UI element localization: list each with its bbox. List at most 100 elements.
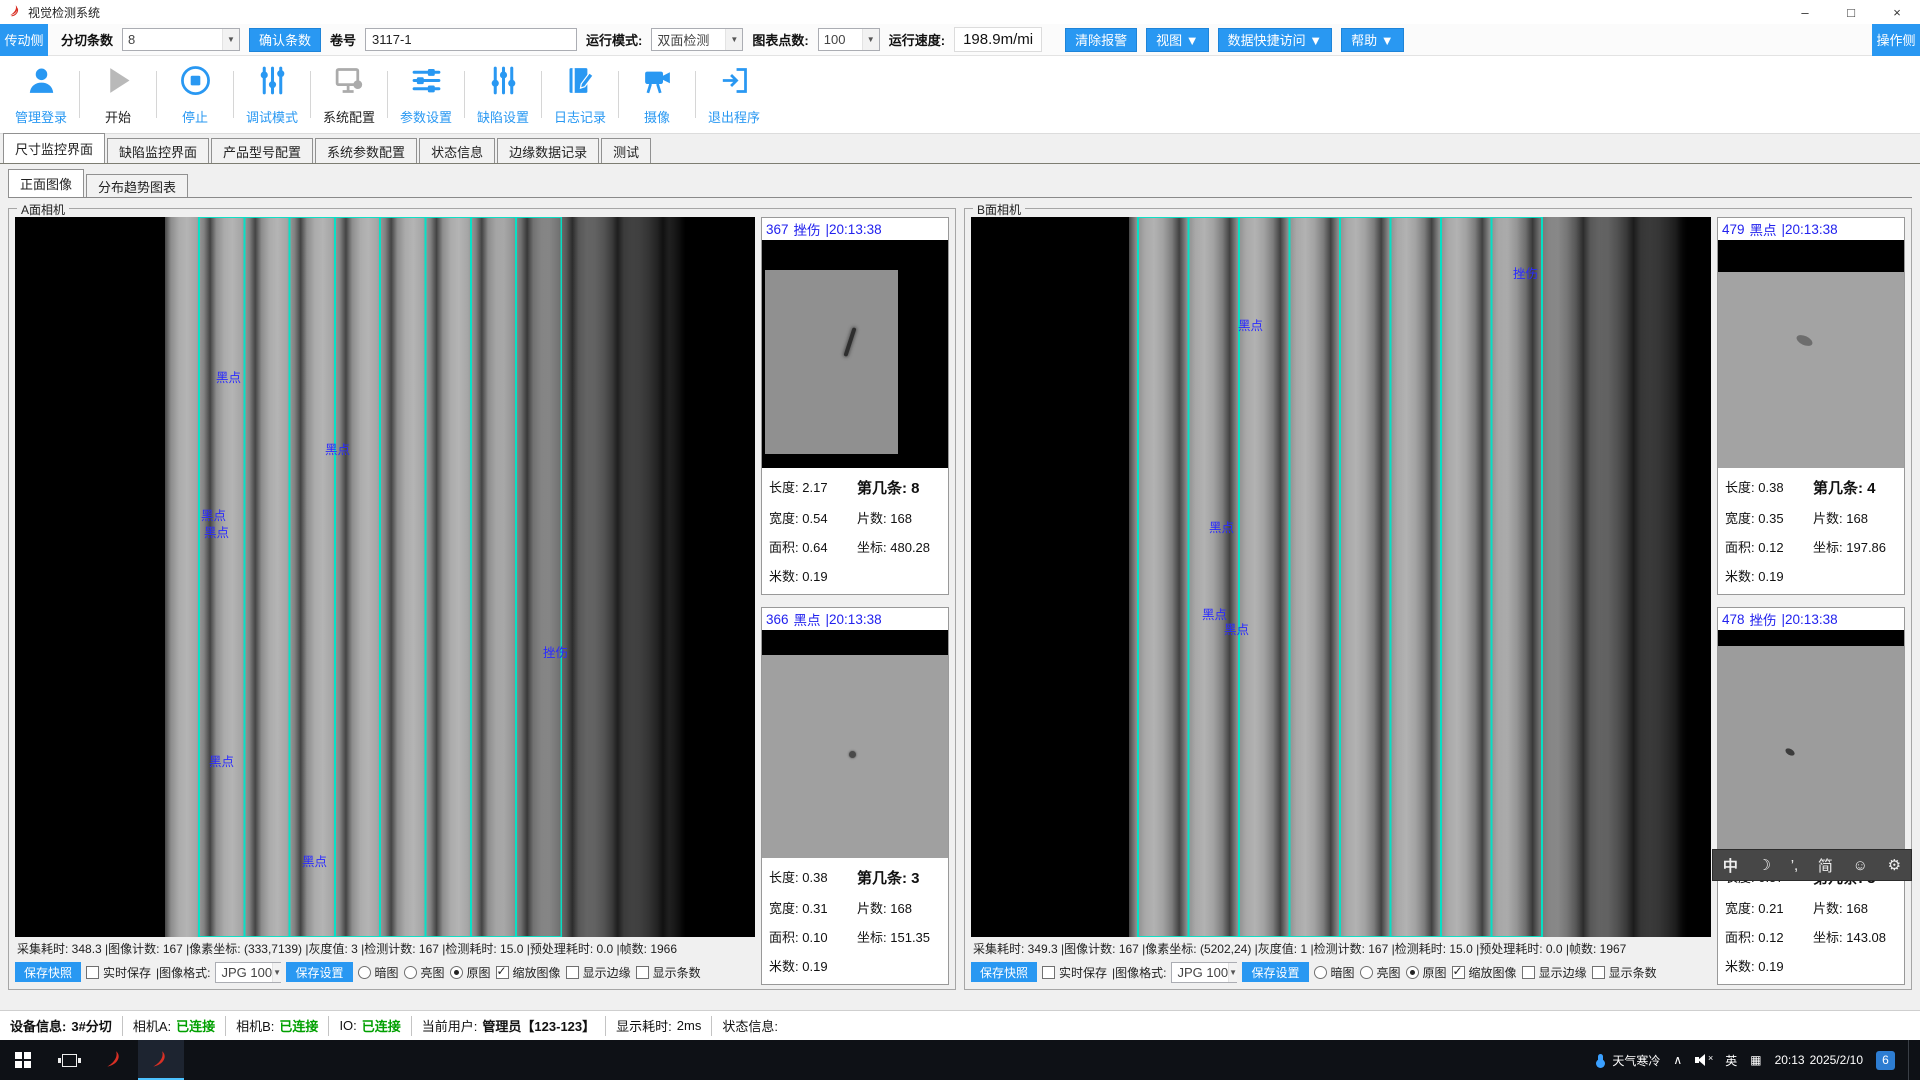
dark-image-radio[interactable]: 暗图 bbox=[358, 964, 399, 981]
defect-type: 挫伤 bbox=[1750, 609, 1777, 629]
taskbar-app-icon-active[interactable] bbox=[138, 1040, 184, 1080]
roll-number-input[interactable]: 3117-1 bbox=[365, 28, 577, 51]
minimize-button[interactable]: – bbox=[1782, 0, 1828, 24]
chart-points-value: 100 bbox=[824, 32, 846, 47]
defect-card[interactable]: 479 黑点 |20:13:38 长度: 0.38 第几条: 4 宽度: 0.3… bbox=[1717, 217, 1905, 595]
show-strip-count-checkbox[interactable]: 显示条数 bbox=[1592, 964, 1657, 981]
simplified-chinese-icon[interactable]: 简 bbox=[1818, 855, 1833, 876]
zoom-image-checkbox[interactable]: 缩放图像 bbox=[496, 964, 561, 981]
fullwidth-moon-icon[interactable]: ☽ bbox=[1758, 856, 1771, 874]
icon-toolbar: 管理登录 开始 停止 调试模式 系统配置 参数设置 缺陷设置 日志记录 摄像 bbox=[0, 56, 1920, 134]
save-settings-button[interactable]: 保存设置 bbox=[286, 962, 352, 982]
bright-image-radio[interactable]: 亮图 bbox=[1360, 964, 1401, 981]
roll-number-label: 卷号 bbox=[330, 30, 356, 49]
hidden-icons-button[interactable]: ∧ bbox=[1673, 1053, 1682, 1067]
bright-image-radio[interactable]: 亮图 bbox=[404, 964, 445, 981]
admin-login-button[interactable]: 管理登录 bbox=[8, 56, 74, 133]
save-settings-button[interactable]: 保存设置 bbox=[1242, 962, 1308, 982]
tab-status-info[interactable]: 状态信息 bbox=[419, 138, 495, 163]
task-view-button[interactable] bbox=[46, 1040, 92, 1080]
show-edges-checkbox[interactable]: 显示边缘 bbox=[566, 964, 631, 981]
start-button[interactable] bbox=[0, 1040, 46, 1080]
zoom-image-checkbox[interactable]: 缩放图像 bbox=[1452, 964, 1517, 981]
weather-tray-item[interactable]: 天气寒冷 bbox=[1598, 1052, 1660, 1069]
maximize-button[interactable]: □ bbox=[1828, 0, 1874, 24]
run-speed-label: 运行速度: bbox=[889, 30, 945, 49]
defect-card[interactable]: 366 黑点 |20:13:38 长度: 0.38 第几条: 3 宽度: 0.3… bbox=[761, 607, 949, 985]
camera-capture-button[interactable]: 摄像 bbox=[624, 56, 690, 133]
taskbar-app-icon[interactable] bbox=[92, 1040, 138, 1080]
log-record-button[interactable]: 日志记录 bbox=[547, 56, 613, 133]
parameter-settings-button[interactable]: 参数设置 bbox=[393, 56, 459, 133]
chevron-down-icon[interactable]: ▼ bbox=[862, 29, 879, 50]
clock[interactable]: 20:13 2025/2/10 bbox=[1775, 1053, 1863, 1068]
chart-points-select[interactable]: 100 ▼ bbox=[818, 28, 880, 51]
volume-muted-button[interactable]: × bbox=[1695, 1053, 1712, 1067]
tab-test[interactable]: 测试 bbox=[601, 138, 651, 163]
stop-button[interactable]: 停止 bbox=[162, 56, 228, 133]
dark-image-radio[interactable]: 暗图 bbox=[1314, 964, 1355, 981]
tab-product-model-config[interactable]: 产品型号配置 bbox=[211, 138, 313, 163]
tab-defect-monitor[interactable]: 缺陷监控界面 bbox=[107, 138, 209, 163]
image-format-select[interactable]: JPG 100▼ bbox=[1171, 962, 1237, 983]
image-format-select[interactable]: JPG 100▼ bbox=[215, 962, 281, 983]
camera-a-image: 黑点黑点黑点黑点挫伤黑点黑点 bbox=[15, 217, 755, 937]
operate-side-button[interactable]: 操作侧 bbox=[1872, 24, 1920, 56]
chevron-down-icon[interactable]: ▼ bbox=[725, 29, 742, 50]
show-edges-checkbox[interactable]: 显示边缘 bbox=[1522, 964, 1587, 981]
save-snapshot-button[interactable]: 保存快照 bbox=[971, 962, 1037, 982]
realtime-save-checkbox[interactable]: 实时保存 bbox=[86, 964, 151, 981]
defect-card-header: 478 挫伤 |20:13:38 bbox=[1718, 608, 1904, 630]
tab-distribution-trend-chart[interactable]: 分布趋势图表 bbox=[86, 174, 188, 197]
exit-program-button[interactable]: 退出程序 bbox=[701, 56, 767, 133]
notification-count-badge[interactable]: 6 bbox=[1876, 1051, 1895, 1070]
chevron-down-icon[interactable]: ▼ bbox=[272, 963, 281, 982]
defect-card[interactable]: 367 挫伤 |20:13:38 长度: 2.17 第几条: 8 宽度: 0.5… bbox=[761, 217, 949, 595]
run-mode-select[interactable]: 双面检测 ▼ bbox=[651, 28, 743, 51]
show-strip-count-checkbox[interactable]: 显示条数 bbox=[636, 964, 701, 981]
debug-mode-button[interactable]: 调试模式 bbox=[239, 56, 305, 133]
camera-a-connection: 相机A:已连接 bbox=[123, 1016, 226, 1036]
tab-front-image[interactable]: 正面图像 bbox=[8, 169, 84, 197]
strip-count-select[interactable]: 8 ▼ bbox=[122, 28, 240, 51]
close-button[interactable]: × bbox=[1874, 0, 1920, 24]
tab-system-param-config[interactable]: 系统参数配置 bbox=[315, 138, 417, 163]
chevron-down-icon[interactable]: ▼ bbox=[222, 29, 239, 50]
confirm-strip-count-button[interactable]: 确认条数 bbox=[249, 28, 321, 52]
punctuation-icon[interactable]: ’, bbox=[1791, 857, 1799, 874]
windows-logo-icon bbox=[15, 1052, 31, 1068]
show-desktop-button[interactable] bbox=[1908, 1040, 1912, 1080]
defect-card[interactable]: 478 挫伤 |20:13:38 长度: 0.57 第几条: 3 宽度: 0.2… bbox=[1717, 607, 1905, 985]
emoji-icon[interactable]: ☺ bbox=[1853, 857, 1868, 874]
ime-settings-gear-icon[interactable]: ⚙ bbox=[1888, 856, 1901, 874]
system-config-button[interactable]: 系统配置 bbox=[316, 56, 382, 133]
ime-mode-toggle[interactable]: 中 bbox=[1723, 855, 1738, 876]
tab-edge-data-record[interactable]: 边缘数据记录 bbox=[497, 138, 599, 163]
clear-alarm-button[interactable]: 清除报警 bbox=[1065, 28, 1137, 52]
defect-settings-button[interactable]: 缺陷设置 bbox=[470, 56, 536, 133]
chevron-down-icon[interactable]: ▼ bbox=[1228, 963, 1237, 982]
start-button[interactable]: 开始 bbox=[85, 56, 151, 133]
red-app-logo-icon bbox=[104, 1049, 126, 1071]
touch-keyboard-button[interactable]: ▦ bbox=[1750, 1053, 1761, 1067]
language-indicator[interactable]: 英 bbox=[1725, 1052, 1737, 1069]
original-image-radio[interactable]: 原图 bbox=[1406, 964, 1447, 981]
realtime-save-checkbox[interactable]: 实时保存 bbox=[1042, 964, 1107, 981]
tab-size-monitor[interactable]: 尺寸监控界面 bbox=[3, 133, 105, 163]
sub-tab-bar: 正面图像 分布趋势图表 bbox=[8, 170, 1912, 198]
save-snapshot-button[interactable]: 保存快照 bbox=[15, 962, 81, 982]
defect-thumbnail bbox=[762, 630, 948, 858]
defect-id: 479 bbox=[1722, 222, 1745, 237]
defect-time: |20:13:38 bbox=[826, 222, 882, 237]
drive-side-button[interactable]: 传动侧 bbox=[0, 24, 48, 56]
original-image-radio[interactable]: 原图 bbox=[450, 964, 491, 981]
divider bbox=[464, 71, 465, 118]
camera-a-controls: 保存快照 实时保存 |图像格式: JPG 100▼ 保存设置 暗图 亮图 原图 … bbox=[15, 959, 755, 985]
chart-points-label: 图表点数: bbox=[752, 30, 808, 49]
defect-card-header: 367 挫伤 |20:13:38 bbox=[762, 218, 948, 240]
data-quick-access-button[interactable]: 数据快捷访问 ▼ bbox=[1218, 28, 1332, 52]
help-menu-button[interactable]: 帮助 ▼ bbox=[1341, 28, 1403, 52]
run-mode-value: 双面检测 bbox=[657, 30, 709, 49]
status-info: 状态信息: bbox=[712, 1016, 788, 1036]
view-menu-button[interactable]: 视图 ▼ bbox=[1146, 28, 1208, 52]
